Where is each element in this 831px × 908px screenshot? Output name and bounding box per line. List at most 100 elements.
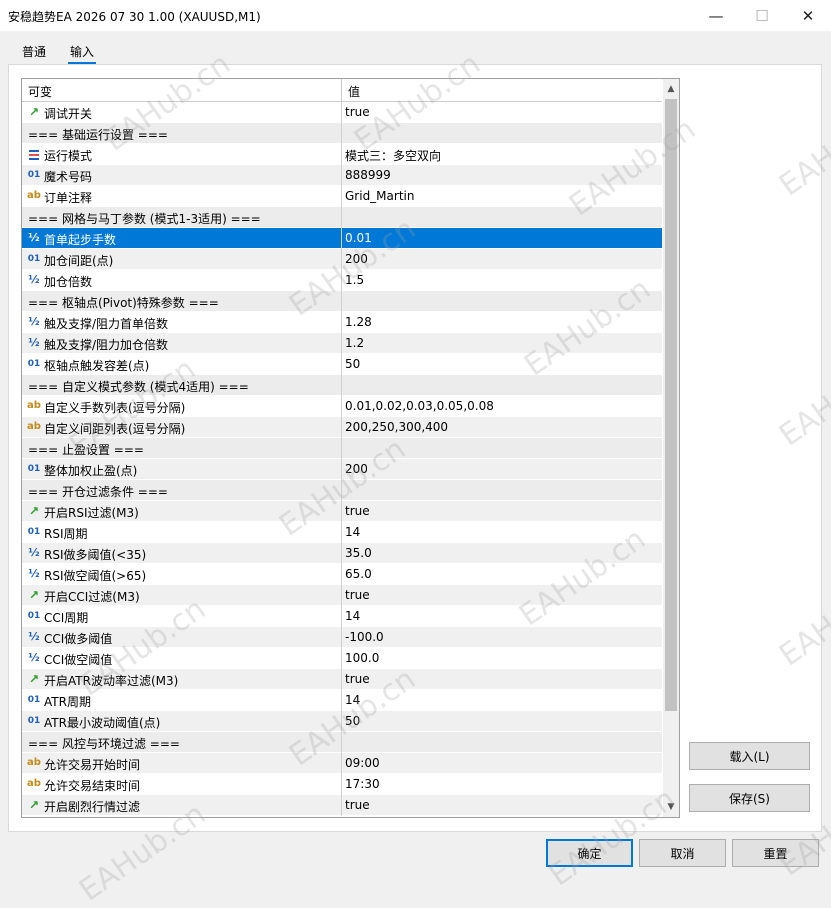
grid-section-row[interactable]: === 风控与环境过滤 === [22, 732, 662, 753]
param-value[interactable]: 200,250,300,400 [345, 420, 448, 434]
param-name: RSI做多阈值(<35) [44, 548, 147, 562]
grid-param-row[interactable]: ab 自定义间距列表(逗号分隔) 200,250,300,400 [22, 417, 662, 438]
param-value[interactable]: true [345, 105, 370, 119]
param-value[interactable]: 200 [345, 462, 368, 476]
grid-param-row[interactable]: ½ CCI做多阈值 -100.0 [22, 627, 662, 648]
param-name: 加仓间距(点) [44, 254, 114, 268]
column-header-variable[interactable]: 可变 [28, 83, 52, 100]
param-value[interactable]: 14 [345, 609, 360, 623]
param-value[interactable]: Grid_Martin [345, 189, 414, 203]
save-button[interactable]: 保存(S) [689, 784, 810, 812]
grid-param-row[interactable]: ½ CCI做空阈值 100.0 [22, 648, 662, 669]
param-name: CCI做空阈值 [44, 653, 113, 667]
param-value[interactable]: 50 [345, 714, 360, 728]
grid-param-row[interactable]: ↗ 开启CCI过滤(M3) true [22, 585, 662, 606]
column-divider [341, 207, 342, 228]
column-divider[interactable] [341, 79, 342, 101]
grid-param-row[interactable]: ½ 首单起步手数 0.01 [22, 228, 662, 249]
column-divider [341, 249, 342, 270]
grid-param-row[interactable]: ½ 加仓倍数 1.5 [22, 270, 662, 291]
param-value[interactable]: 35.0 [345, 546, 372, 560]
column-header-value[interactable]: 值 [348, 83, 360, 100]
grid-section-row[interactable]: === 枢轴点(Pivot)特殊参数 === [22, 291, 662, 312]
grid-param-row[interactable]: ↗ 开启RSI过滤(M3) true [22, 501, 662, 522]
grid-param-row[interactable]: 01 CCI周期 14 [22, 606, 662, 627]
grid-param-row[interactable]: ½ 触及支撑/阻力首单倍数 1.28 [22, 312, 662, 333]
grid-param-row[interactable]: ½ RSI做多阈值(<35) 35.0 [22, 543, 662, 564]
column-divider [341, 144, 342, 165]
grid-param-row[interactable]: ab 允许交易结束时间 17:30 [22, 774, 662, 795]
param-value[interactable]: true [345, 504, 370, 518]
grid-param-row[interactable]: 01 加仓间距(点) 200 [22, 249, 662, 270]
column-divider [341, 690, 342, 711]
param-value[interactable]: 1.5 [345, 273, 364, 287]
tab-common[interactable]: 普通 [22, 43, 46, 60]
column-divider [341, 165, 342, 186]
grid-param-row[interactable]: 01 ATR最小波动阈值(点) 50 [22, 711, 662, 732]
scroll-down-arrow-icon[interactable]: ▼ [663, 799, 679, 815]
cancel-button[interactable]: 取消 [639, 839, 726, 867]
grid-param-row[interactable]: ab 自定义手数列表(逗号分隔) 0.01,0.02,0.03,0.05,0.08 [22, 396, 662, 417]
scroll-up-arrow-icon[interactable]: ▲ [663, 81, 679, 97]
param-value[interactable]: 888999 [345, 168, 391, 182]
scrollbar-thumb[interactable] [665, 99, 677, 711]
param-value[interactable]: 模式三：多空双向 [345, 147, 441, 164]
param-value[interactable]: true [345, 588, 370, 602]
param-value[interactable]: 0.01,0.02,0.03,0.05,0.08 [345, 399, 494, 413]
string-icon: ab [27, 778, 41, 789]
param-name: 允许交易结束时间 [44, 779, 141, 793]
grid-param-row[interactable]: 01 ATR周期 14 [22, 690, 662, 711]
maximize-button[interactable]: ☐ [739, 0, 785, 31]
vertical-scrollbar[interactable]: ▲ ▼ [663, 79, 679, 817]
grid-param-row[interactable]: ↗ 开启ATR波动率过滤(M3) true [22, 669, 662, 690]
param-value[interactable]: 65.0 [345, 567, 372, 581]
load-button[interactable]: 载入(L) [689, 742, 810, 770]
grid-param-row[interactable]: ½ 触及支撑/阻力加仓倍数 1.2 [22, 333, 662, 354]
column-divider [341, 795, 342, 816]
param-value[interactable]: true [345, 798, 370, 812]
param-value[interactable]: 200 [345, 252, 368, 266]
grid-section-row[interactable]: === 止盈设置 === [22, 438, 662, 459]
param-value[interactable]: 1.28 [345, 315, 372, 329]
param-name: === 网格与马丁参数 (模式1-3适用) === [28, 212, 261, 226]
param-name: === 自定义模式参数 (模式4适用) === [28, 380, 249, 394]
column-divider [341, 732, 342, 753]
grid-param-row[interactable]: 01 枢轴点触发容差(点) 50 [22, 354, 662, 375]
grid-param-row[interactable]: 运行模式 模式三：多空双向 [22, 144, 662, 165]
double-icon: ½ [28, 315, 40, 328]
param-value[interactable]: 14 [345, 693, 360, 707]
param-value[interactable]: true [345, 672, 370, 686]
grid-param-row[interactable]: ↗ 调试开关 true [22, 102, 662, 123]
reset-button[interactable]: 重置 [732, 839, 819, 867]
grid-param-row[interactable]: ↗ 开启剧烈行情过滤 true [22, 795, 662, 816]
grid-param-row[interactable]: ab 订单注释 Grid_Martin [22, 186, 662, 207]
grid-rows: ↗ 调试开关 true === 基础运行设置 === 运行模式 模式三：多空双向 01 魔术号… [22, 102, 662, 816]
bool-arrow-icon: ↗ [28, 672, 40, 686]
ok-button[interactable]: 确定 [546, 839, 633, 867]
column-divider [341, 480, 342, 501]
grid-section-row[interactable]: === 网格与马丁参数 (模式1-3适用) === [22, 207, 662, 228]
grid-param-row[interactable]: ab 允许交易开始时间 09:00 [22, 753, 662, 774]
grid-param-row[interactable]: 01 整体加权止盈(点) 200 [22, 459, 662, 480]
grid-param-row[interactable]: ½ RSI做空阈值(>65) 65.0 [22, 564, 662, 585]
double-icon: ½ [28, 273, 40, 286]
param-value[interactable]: 50 [345, 357, 360, 371]
grid-section-row[interactable]: === 开仓过滤条件 === [22, 480, 662, 501]
param-value[interactable]: 0.01 [345, 231, 372, 245]
close-button[interactable]: ✕ [785, 0, 831, 31]
grid-param-row[interactable]: 01 RSI周期 14 [22, 522, 662, 543]
tab-inputs[interactable]: 输入 [70, 43, 94, 60]
param-value[interactable]: 09:00 [345, 756, 380, 770]
column-divider [341, 774, 342, 795]
param-value[interactable]: 17:30 [345, 777, 380, 791]
param-name: 开启剧烈行情过滤 [44, 800, 141, 814]
param-value[interactable]: 100.0 [345, 651, 379, 665]
param-value[interactable]: -100.0 [345, 630, 384, 644]
minimize-button[interactable]: — [693, 0, 739, 31]
grid-param-row[interactable]: 01 魔术号码 888999 [22, 165, 662, 186]
param-value[interactable]: 1.2 [345, 336, 364, 350]
param-value[interactable]: 14 [345, 525, 360, 539]
grid-section-row[interactable]: === 基础运行设置 === [22, 123, 662, 144]
param-name: 自定义手数列表(逗号分隔) [44, 401, 186, 415]
grid-section-row[interactable]: === 自定义模式参数 (模式4适用) === [22, 375, 662, 396]
